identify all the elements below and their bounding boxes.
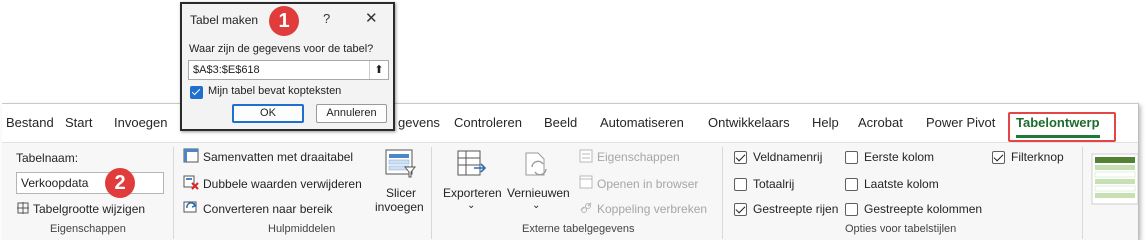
pivot-summary-button[interactable]: Samenvatten met draaitabel <box>203 150 353 164</box>
first-column-label: Eerste kolom <box>864 150 935 164</box>
group-separator <box>722 147 723 239</box>
dialog-range-label: Waar zijn de gegevens voor de tabel? <box>189 43 374 55</box>
first-column-checkbox[interactable] <box>845 151 858 164</box>
dialog-close-icon[interactable]: ✕ <box>365 9 378 27</box>
unlink-icon <box>580 202 592 213</box>
tab-acrobat[interactable]: Acrobat <box>858 115 903 130</box>
export-button[interactable]: Exporteren <box>443 186 502 200</box>
group-title-eigenschappen: Eigenschappen <box>50 223 126 235</box>
refresh-icon <box>525 152 547 176</box>
dialog-help-button[interactable]: ? <box>323 11 330 26</box>
tab-ontwikkelaars[interactable]: Ontwikkelaars <box>708 115 790 130</box>
resize-table-icon <box>17 202 29 214</box>
export-dropdown-chevron-icon[interactable]: ⌄ <box>467 200 475 211</box>
dialog-cancel-button[interactable]: Annuleren <box>316 104 387 123</box>
refresh-dropdown-chevron-icon[interactable]: ⌄ <box>532 200 540 211</box>
group-title-externe-tabelgegevens: Externe tabelgegevens <box>522 223 635 235</box>
banded-rows-checkbox[interactable] <box>734 203 747 216</box>
has-headers-label: Mijn tabel bevat kopteksten <box>208 85 342 97</box>
filter-button-label: Filterknop <box>1011 150 1064 164</box>
table-name-input[interactable]: Verkoopdata <box>16 172 164 194</box>
step-badge-1: 1 <box>269 6 299 36</box>
group-separator <box>431 147 432 239</box>
tab-bestand[interactable]: Bestand <box>6 115 54 130</box>
tab-help[interactable]: Help <box>812 115 839 130</box>
slicer-label-line1[interactable]: Slicer <box>386 186 416 200</box>
table-style-gallery-icon[interactable] <box>1091 153 1139 205</box>
ribbon: Bestand Start Invoegen gevens Controlere… <box>2 103 1139 240</box>
resize-table-button[interactable]: Tabelgrootte wijzigen <box>33 202 145 216</box>
table-name-label: Tabelnaam: <box>16 151 79 165</box>
export-icon <box>457 150 487 176</box>
pivot-table-icon <box>183 148 199 163</box>
tab-power-pivot[interactable]: Power Pivot <box>926 115 995 130</box>
remove-duplicates-icon <box>183 175 199 190</box>
tab-beeld[interactable]: Beeld <box>544 115 577 130</box>
open-in-browser-icon <box>579 175 593 189</box>
convert-to-range-icon <box>183 201 197 213</box>
banded-columns-checkbox[interactable] <box>845 203 858 216</box>
header-row-checkbox[interactable] <box>734 151 747 164</box>
tab-gegevens[interactable]: gevens <box>398 115 440 130</box>
tab-controleren[interactable]: Controleren <box>454 115 522 130</box>
has-headers-checkbox[interactable] <box>190 86 203 99</box>
range-collapse-icon[interactable]: ⬆ <box>369 61 388 79</box>
remove-duplicates-button[interactable]: Dubbele waarden verwijderen <box>203 177 362 191</box>
group-separator <box>1082 147 1083 239</box>
slicer-label-line2[interactable]: invoegen <box>375 200 424 214</box>
tab-highlight-box <box>1008 112 1116 142</box>
slicer-icon <box>385 149 417 178</box>
convert-to-range-button[interactable]: Converteren naar bereik <box>203 202 332 216</box>
properties-icon <box>579 149 593 163</box>
tab-invoegen[interactable]: Invoegen <box>114 115 168 130</box>
banded-rows-label: Gestreepte rijen <box>753 202 839 216</box>
last-column-label: Laatste kolom <box>864 177 939 191</box>
last-column-checkbox[interactable] <box>845 178 858 191</box>
banded-columns-label: Gestreepte kolommen <box>864 202 983 216</box>
group-separator <box>173 147 174 239</box>
properties-button[interactable]: Eigenschappen <box>597 150 680 164</box>
dialog-ok-button[interactable]: OK <box>232 104 304 123</box>
unlink-button[interactable]: Koppeling verbreken <box>597 202 707 216</box>
dialog-range-input[interactable]: $A$3:$E$618 <box>188 60 389 80</box>
group-title-opties-tabelstijlen: Opties voor tabelstijlen <box>845 223 957 235</box>
tab-automatiseren[interactable]: Automatiseren <box>600 115 684 130</box>
filter-button-checkbox[interactable] <box>992 151 1005 164</box>
refresh-button[interactable]: Vernieuwen <box>507 186 570 200</box>
step-badge-2: 2 <box>105 168 135 198</box>
group-title-hulpmiddelen: Hulpmiddelen <box>268 223 336 235</box>
dialog-title: Tabel maken <box>190 13 259 27</box>
header-row-label: Veldnamenrij <box>753 150 823 164</box>
total-row-label: Totaalrij <box>753 177 795 191</box>
ribbon-body: Tabelnaam: Verkoopdata Tabelgrootte wijz… <box>2 142 1138 240</box>
ribbon-tabs: Bestand Start Invoegen gevens Controlere… <box>2 111 1138 138</box>
open-in-browser-button[interactable]: Openen in browser <box>597 177 698 191</box>
total-row-checkbox[interactable] <box>734 178 747 191</box>
tab-start[interactable]: Start <box>65 115 92 130</box>
